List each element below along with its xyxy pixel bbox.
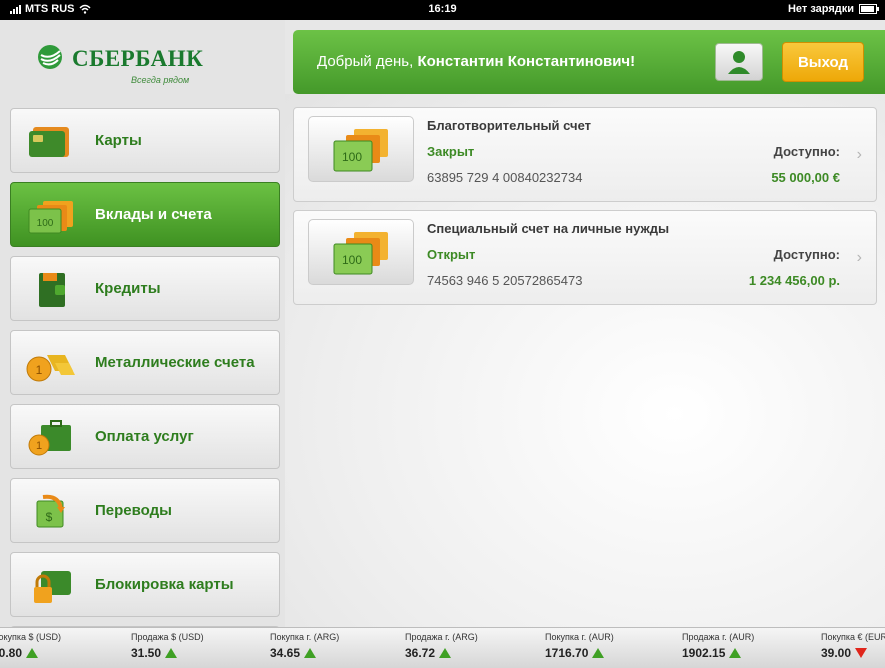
menu-item-credits[interactable]: Кредиты bbox=[10, 256, 280, 321]
menu-item-cards[interactable]: Карты bbox=[10, 108, 280, 173]
svg-text:1: 1 bbox=[36, 440, 42, 452]
greeting-header: Добрый день, Константин Константинович! … bbox=[293, 30, 885, 94]
sidebar: СБЕРБАНК Всегда рядом Карты 100 Вклады и… bbox=[0, 20, 285, 627]
available-label: Доступно: bbox=[773, 144, 840, 159]
ticker-item: Покупка г. (ARG) 34.65 bbox=[270, 632, 340, 660]
user-name: Константин Константинович! bbox=[417, 53, 636, 70]
clock: 16:19 bbox=[428, 3, 457, 15]
trend-up-icon bbox=[439, 648, 452, 658]
case-icon: 1 bbox=[28, 420, 71, 456]
status-bar: MTS RUS 16:19 Нет зарядки bbox=[0, 0, 885, 20]
account-number: 63895 729 4 00840232734 bbox=[427, 170, 583, 185]
ticker-item: Покупка $ (USD) 30.80 bbox=[0, 632, 62, 660]
currency-ticker: Покупка $ (USD) 30.80 Продажа $ (USD) 31… bbox=[0, 627, 885, 668]
ticker-item: Покупка г. (AUR) 1716.70 bbox=[545, 632, 614, 660]
wallet-icon bbox=[39, 273, 65, 307]
trend-up-icon bbox=[729, 648, 742, 658]
logo-name: СБЕРБАНК bbox=[72, 46, 204, 71]
chevron-right-icon: › bbox=[856, 249, 862, 266]
account-status: Открыт bbox=[427, 247, 476, 262]
account-status: Закрыт bbox=[427, 144, 475, 159]
account-number: 74563 946 5 20572865473 bbox=[427, 273, 583, 288]
menu-item-metal-accounts[interactable]: 1 Металлические счета bbox=[10, 330, 280, 395]
charging-status: Нет зарядки bbox=[787, 3, 854, 15]
banknotes-icon: 100 bbox=[333, 232, 388, 275]
sberbank-logo-icon bbox=[38, 45, 62, 69]
menu-item-payments[interactable]: 1 Оплата услуг bbox=[10, 404, 280, 469]
svg-text:100: 100 bbox=[37, 218, 54, 229]
account-title: Специальный счет на личные нужды bbox=[427, 221, 670, 236]
trend-up-icon bbox=[26, 648, 39, 658]
profile-button[interactable] bbox=[715, 43, 763, 81]
battery-icon bbox=[859, 4, 879, 14]
trend-up-icon bbox=[165, 648, 178, 658]
lock-icon bbox=[34, 571, 71, 603]
card-icon bbox=[29, 127, 69, 157]
logout-button[interactable]: Выход bbox=[782, 42, 864, 82]
svg-text:1: 1 bbox=[36, 363, 43, 377]
account-card[interactable]: 100 Благотворительный счет Закрыт 63895 … bbox=[293, 107, 877, 202]
logo-tagline: Всегда рядом bbox=[131, 75, 190, 85]
ticker-item: Продажа г. (AUR) 1902.15 bbox=[682, 632, 755, 660]
svg-text:100: 100 bbox=[342, 253, 362, 267]
gold-bars-icon: 1 bbox=[26, 355, 75, 382]
account-amount: 55 000,00 € bbox=[771, 170, 840, 185]
sberbank-logo: СБЕРБАНК Всегда рядом bbox=[0, 20, 285, 98]
ticker-item: Продажа $ (USD) 31.50 bbox=[131, 632, 204, 660]
ticker-item: Покупка € (EUR) 39.00 bbox=[821, 632, 885, 660]
trend-up-icon bbox=[592, 648, 605, 658]
transfer-icon: $ bbox=[36, 494, 65, 528]
account-thumbnail: 100 bbox=[308, 116, 414, 182]
svg-text:$: $ bbox=[46, 510, 53, 524]
banknotes-icon: 100 bbox=[28, 201, 73, 234]
menu-item-transfers[interactable]: $ Переводы bbox=[10, 478, 280, 543]
trend-down-icon bbox=[855, 648, 868, 658]
account-title: Благотворительный счет bbox=[427, 118, 592, 133]
account-card[interactable]: 100 Специальный счет на личные нужды Отк… bbox=[293, 210, 877, 305]
menu-item-card-block[interactable]: Блокировка карты bbox=[10, 552, 280, 617]
user-icon bbox=[728, 51, 750, 74]
account-amount: 1 234 456,00 р. bbox=[748, 273, 840, 288]
account-thumbnail: 100 bbox=[308, 219, 414, 285]
available-label: Доступно: bbox=[773, 247, 840, 262]
banknotes-icon: 100 bbox=[333, 129, 388, 172]
ticker-item: Продажа г. (ARG) 36.72 bbox=[405, 632, 478, 660]
trend-up-icon bbox=[304, 648, 317, 658]
greeting-text: Добрый день, Константин Константинович! bbox=[317, 53, 636, 70]
accounts-list: 100 Благотворительный счет Закрыт 63895 … bbox=[285, 94, 885, 627]
menu-item-deposits[interactable]: 100 Вклады и счета bbox=[10, 182, 280, 247]
svg-text:100: 100 bbox=[342, 150, 362, 164]
chevron-right-icon: › bbox=[856, 146, 862, 163]
